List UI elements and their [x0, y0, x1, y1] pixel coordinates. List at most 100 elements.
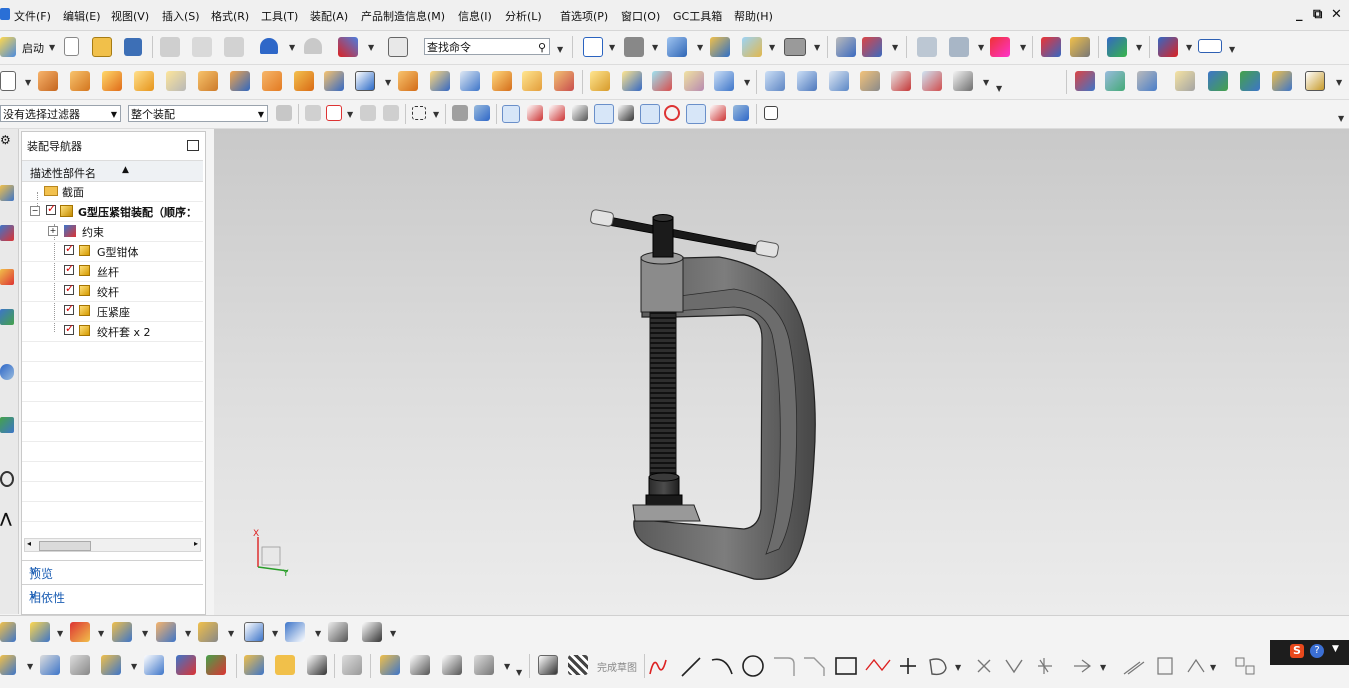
constraint-dropdown[interactable]: ▼ [1210, 663, 1217, 672]
offset-face-icon[interactable] [460, 71, 480, 91]
rectangle-select-icon[interactable] [412, 106, 426, 120]
shell-icon[interactable] [554, 71, 574, 91]
quick-trim-icon[interactable] [977, 659, 991, 673]
component-array-icon[interactable] [275, 655, 295, 675]
sketch-task-dropdown[interactable]: ▼ [27, 662, 33, 671]
undo-icon[interactable] [260, 38, 278, 54]
toolbar3-options-dropdown[interactable]: ▼ [1338, 114, 1344, 123]
constraints-dropdown[interactable]: ▼ [892, 43, 898, 52]
constraint-icon[interactable] [176, 655, 196, 675]
dependencies-section[interactable]: 相依性 ∨ [22, 584, 203, 607]
mirror-dropdown[interactable]: ▼ [142, 629, 148, 638]
visibility-checkbox[interactable] [64, 242, 74, 255]
lead-screw[interactable] [649, 311, 677, 478]
snap-point-on-face-icon[interactable] [733, 105, 749, 121]
geometric-constraint-icon[interactable] [1187, 658, 1205, 673]
wcs-icon[interactable] [338, 37, 358, 57]
clock-icon[interactable] [0, 471, 14, 487]
fit-view-dropdown[interactable]: ▼ [609, 43, 615, 52]
extrude-icon[interactable] [38, 71, 58, 91]
sequence-dropdown[interactable]: ▼ [228, 629, 234, 638]
show-dof-icon[interactable] [206, 655, 226, 675]
assembly-navigator-tab-icon[interactable] [0, 185, 14, 201]
collapse-toggle[interactable]: − [30, 206, 40, 216]
start-button[interactable]: 启动 [22, 40, 44, 56]
menu-analysis[interactable]: 分析(L) [505, 8, 542, 24]
bottom2-options-dropdown[interactable]: ▼ [516, 668, 522, 677]
paste-icon[interactable] [224, 37, 244, 57]
datum-plane-icon[interactable] [684, 71, 704, 91]
scroll-right-icon[interactable]: ▸ [194, 539, 198, 548]
background-color-icon[interactable] [784, 38, 806, 56]
split-body-icon[interactable] [430, 71, 450, 91]
wave-geometry-icon[interactable] [1208, 71, 1228, 91]
menu-gc-toolkit[interactable]: GC工具箱 [673, 8, 722, 24]
handle-sleeve-left[interactable] [590, 209, 614, 227]
tree-node-assembly[interactable]: − G型压紧钳装配（顺序： [22, 201, 203, 222]
assembly-sequence-icon[interactable] [198, 622, 218, 642]
snap-dropdown[interactable]: ▼ [1020, 43, 1026, 52]
snap-point-on-curve-icon[interactable] [710, 105, 726, 121]
visibility-checkbox[interactable] [64, 262, 74, 275]
start-dropdown[interactable]: ▼ [49, 43, 55, 52]
constraint-navigator-tab-icon[interactable] [0, 225, 14, 241]
menu-view[interactable]: 视图(V) [111, 8, 149, 24]
revolve-icon[interactable] [70, 71, 90, 91]
sketch-plane-icon[interactable] [538, 655, 558, 675]
layer-dropdown[interactable]: ▼ [978, 43, 984, 52]
toolbar-options-dropdown[interactable]: ▼ [1229, 45, 1235, 54]
snap-point-icon[interactable] [990, 37, 1010, 57]
sort-ascending-icon[interactable]: ▲ [122, 165, 129, 175]
check-clearance-icon[interactable] [244, 622, 264, 642]
visibility-checkbox[interactable] [46, 202, 56, 215]
n-sided-surface-icon[interactable] [891, 71, 911, 91]
block-icon[interactable] [102, 71, 122, 91]
command-finder-icon[interactable] [388, 37, 408, 57]
feature-selection-dropdown[interactable]: ▼ [347, 110, 353, 119]
tree-node-part[interactable]: 压紧座 [22, 301, 203, 322]
menu-window[interactable]: 窗口(O) [621, 8, 660, 24]
select-method-dropdown[interactable]: ▼ [433, 110, 439, 119]
handle-sleeve-right[interactable] [755, 240, 779, 258]
tree-node-section[interactable]: 截面 [22, 181, 203, 202]
pattern-feature-icon[interactable] [230, 71, 250, 91]
fillet-icon[interactable] [774, 657, 795, 676]
snap-tangent-icon[interactable] [618, 105, 634, 121]
orient-view-dropdown[interactable]: ▼ [697, 43, 703, 52]
text-annotation-icon[interactable] [285, 622, 305, 642]
pmi-dropdown[interactable]: ▼ [1336, 78, 1342, 87]
snap-endpoint-icon[interactable] [502, 105, 520, 123]
route-icon[interactable] [410, 655, 430, 675]
move-component-icon[interactable] [836, 37, 856, 57]
tree-node-part[interactable]: 丝杆 [22, 261, 203, 282]
move-icon[interactable] [144, 655, 164, 675]
menu-pmi[interactable]: 产品制造信息(M) [361, 8, 445, 24]
rectangle-icon[interactable] [835, 657, 857, 675]
component-properties-icon[interactable] [40, 655, 60, 675]
dimension-icon[interactable] [1158, 37, 1178, 57]
select-features-icon[interactable] [326, 105, 342, 121]
swept-icon[interactable] [860, 71, 880, 91]
harness-icon[interactable] [442, 655, 462, 675]
t-handle-bar[interactable] [596, 214, 775, 256]
offset-dropdown[interactable]: ▼ [1100, 663, 1107, 672]
menu-preferences[interactable]: 首选项(P) [560, 8, 608, 24]
visibility-checkbox[interactable] [64, 302, 74, 315]
grid-icon[interactable] [764, 106, 778, 120]
mirror-feature-icon[interactable] [652, 71, 672, 91]
text-style-icon[interactable] [362, 622, 382, 642]
profile-icon[interactable] [649, 659, 667, 675]
snap-existing-point-icon[interactable] [686, 104, 706, 124]
tree-node-part[interactable]: 绞杆 [22, 281, 203, 302]
link-icon[interactable] [380, 655, 400, 675]
scroll-left-icon[interactable]: ◂ [27, 539, 31, 548]
tree-node-part[interactable]: G型钳体 [22, 241, 203, 262]
snap-midpoint-icon[interactable] [527, 105, 543, 121]
scrollbar-thumb[interactable] [39, 541, 91, 551]
snap-arc-center-icon[interactable] [640, 104, 660, 124]
chevron-down-icon[interactable]: ∨ [29, 587, 197, 601]
shaded-edges-icon[interactable] [624, 37, 644, 57]
polygon-icon[interactable] [865, 658, 891, 672]
subtract-icon[interactable] [355, 71, 375, 91]
layer-settings-icon[interactable] [917, 37, 937, 57]
